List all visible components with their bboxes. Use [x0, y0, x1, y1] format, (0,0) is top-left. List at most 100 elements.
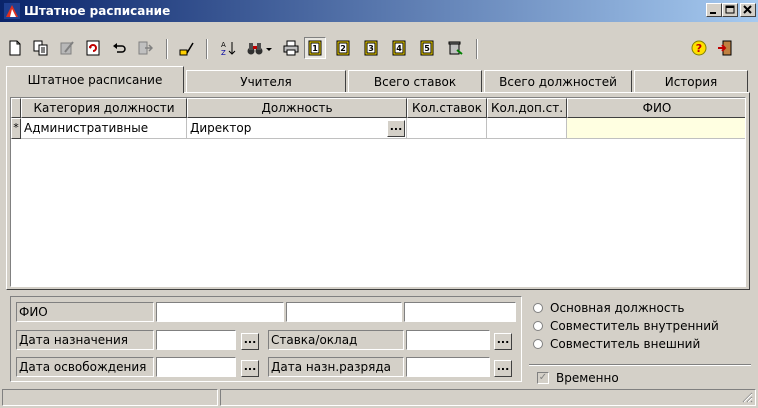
minimize-icon	[710, 12, 716, 14]
rate-label: Ставка/оклад	[268, 330, 404, 350]
cell-category[interactable]: Административные	[21, 118, 187, 139]
tab-history[interactable]: История	[634, 70, 748, 92]
fio-field-1[interactable]	[156, 302, 284, 322]
svg-text:?: ?	[696, 42, 702, 55]
page-5-button[interactable]: 5	[416, 37, 438, 59]
page-3-button[interactable]: 3	[360, 37, 382, 59]
grade-date-field[interactable]	[406, 357, 490, 377]
radio-internal-part-time[interactable]: Совместитель внутренний	[533, 317, 719, 335]
exit-button[interactable]	[714, 37, 736, 59]
svg-text:4: 4	[396, 44, 402, 53]
column-header-fio[interactable]: ФИО	[567, 98, 745, 118]
export-button[interactable]	[134, 37, 156, 59]
cell-rates[interactable]	[407, 118, 487, 139]
help-icon: ?	[691, 40, 707, 56]
main-window: Штатное расписание A Z 1 2 3 4 5 ? Штатн…	[0, 0, 758, 408]
radio-label: Основная должность	[550, 301, 685, 315]
svg-text:2: 2	[340, 44, 346, 53]
position-ellipsis-button[interactable]: ...	[387, 120, 405, 137]
page-4-icon: 4	[392, 40, 406, 56]
trash-icon	[448, 41, 463, 55]
column-header-position[interactable]: Должность	[187, 98, 407, 118]
edit-icon	[60, 41, 74, 55]
find-dropdown-button[interactable]	[264, 37, 276, 59]
copy-button[interactable]	[30, 37, 52, 59]
check-button[interactable]	[176, 37, 198, 59]
page-4-button[interactable]: 4	[388, 37, 410, 59]
svg-text:A: A	[221, 41, 226, 49]
cell-fio[interactable]	[567, 118, 745, 139]
tab-total-positions[interactable]: Всего должностей	[484, 70, 632, 92]
minimize-button[interactable]	[706, 3, 722, 17]
delete-button[interactable]	[444, 37, 466, 59]
release-date-button[interactable]: ...	[241, 360, 259, 377]
print-button[interactable]	[280, 37, 302, 59]
fio-field-2[interactable]	[286, 302, 402, 322]
page-1-icon: 1	[308, 40, 322, 56]
help-button[interactable]: ?	[688, 37, 710, 59]
grade-date-button[interactable]: ...	[494, 360, 512, 377]
tab-teachers[interactable]: Учителя	[186, 70, 346, 92]
column-header-rates[interactable]: Кол.ставок	[407, 98, 487, 118]
fio-field-3[interactable]	[404, 302, 516, 322]
page-3-icon: 3	[364, 40, 378, 56]
svg-text:5: 5	[424, 44, 430, 53]
rate-button[interactable]: ...	[494, 333, 512, 350]
page-2-button[interactable]: 2	[332, 37, 354, 59]
radio-label: Совместитель внешний	[550, 337, 701, 351]
svg-text:1: 1	[312, 44, 318, 53]
page-5-icon: 5	[420, 40, 434, 56]
maximize-button[interactable]	[722, 3, 738, 17]
sort-button[interactable]: AZ	[218, 37, 240, 59]
svg-text:3: 3	[368, 44, 374, 53]
sort-icon: AZ	[221, 41, 236, 56]
row-indicator[interactable]: *	[11, 118, 21, 139]
toolbar: AZ 1 2 3 4 5 ?	[0, 23, 758, 65]
column-header-category[interactable]: Категория должности	[21, 98, 187, 118]
resize-grip-icon[interactable]	[741, 391, 753, 403]
fio-label: ФИО	[16, 302, 154, 322]
toolbar-separator	[476, 39, 478, 59]
copy-icon	[33, 40, 48, 56]
radio-button[interactable]	[533, 302, 543, 313]
column-header-extra-rates[interactable]: Кол.доп.ст.	[487, 98, 567, 118]
dropdown-icon	[266, 48, 272, 51]
close-button[interactable]	[740, 3, 756, 17]
appointment-date-button[interactable]: ...	[241, 333, 259, 350]
undo-button[interactable]	[108, 37, 130, 59]
radio-button[interactable]	[533, 338, 543, 349]
appointment-date-label: Дата назначения	[16, 330, 154, 350]
radio-main-position[interactable]: Основная должность	[533, 299, 685, 317]
page-2-icon: 2	[336, 40, 350, 56]
appointment-date-field[interactable]	[156, 330, 236, 350]
new-document-icon	[9, 40, 21, 56]
radio-external-part-time[interactable]: Совместитель внешний	[533, 335, 700, 353]
page-1-button[interactable]: 1	[304, 37, 326, 59]
tab-staff-schedule[interactable]: Штатное расписание	[6, 66, 184, 93]
svg-text:Z: Z	[221, 49, 226, 56]
toolbar-separator	[206, 39, 208, 59]
temporary-checkbox-row[interactable]: ✓ Временно	[537, 369, 619, 387]
check-icon	[179, 42, 194, 56]
close-icon	[743, 5, 752, 14]
release-date-field[interactable]	[156, 357, 236, 377]
refresh-button[interactable]	[82, 37, 104, 59]
status-panel-2	[220, 389, 756, 406]
toolbar-separator	[166, 39, 168, 59]
release-date-label: Дата освобождения	[16, 357, 154, 377]
radio-button[interactable]	[533, 320, 543, 331]
find-button[interactable]	[244, 37, 266, 59]
binoculars-icon	[247, 43, 263, 55]
export-icon	[138, 41, 153, 55]
row-indicator-header	[11, 98, 21, 118]
cell-position[interactable]: Директор	[187, 118, 407, 139]
rate-field[interactable]	[406, 330, 490, 350]
new-button[interactable]	[4, 37, 26, 59]
title-bar[interactable]: Штатное расписание	[0, 0, 758, 22]
temporary-checkbox[interactable]: ✓	[537, 371, 549, 384]
tab-total-rates[interactable]: Всего ставок	[348, 70, 482, 92]
edit-button[interactable]	[56, 37, 78, 59]
status-panel-1	[2, 389, 218, 406]
staff-grid[interactable]: Категория должности Должность Кол.ставок…	[10, 97, 746, 287]
cell-extra-rates[interactable]	[487, 118, 567, 139]
